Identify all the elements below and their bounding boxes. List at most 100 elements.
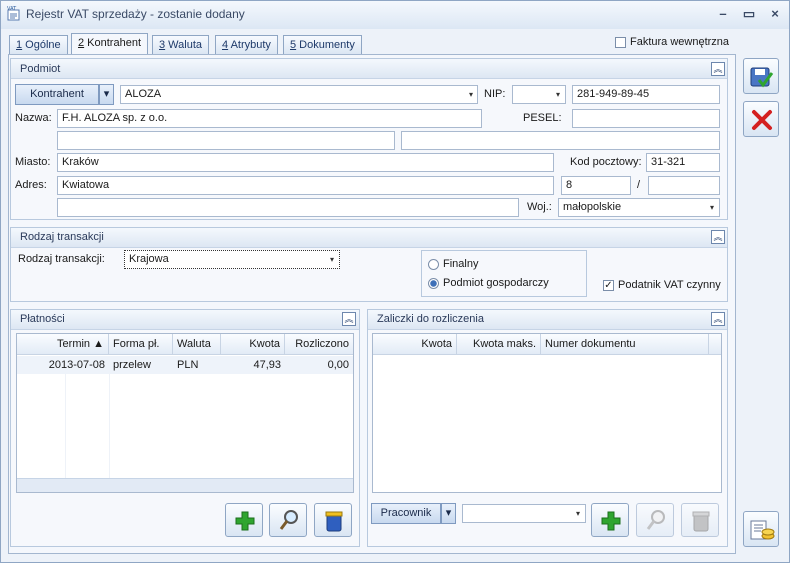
podatnik-vat-label: Podatnik VAT czynny: [618, 279, 721, 291]
rodzaj-transakcji-header: [11, 228, 727, 248]
kontrahent-button[interactable]: Kontrahent: [15, 84, 99, 105]
nip-label: NIP:: [484, 88, 506, 100]
tab-waluta[interactable]: 3 Waluta: [152, 35, 210, 54]
faktura-wewnetrzna-checkbox[interactable]: [615, 37, 626, 48]
svg-text:VAT: VAT: [7, 6, 17, 12]
col-forma-platnosci[interactable]: Forma pł.: [109, 334, 173, 354]
tab-atrybuty[interactable]: 4 Atrybuty: [215, 35, 278, 54]
chevron-down-icon: ▾: [555, 90, 560, 99]
chevron-down-icon: ▾: [709, 203, 714, 212]
col-termin[interactable]: Termin ▲: [17, 334, 109, 354]
zaliczki-grid[interactable]: Kwota Kwota maks. Numer dokumentu: [372, 333, 722, 493]
delete-payment-button[interactable]: [314, 503, 352, 537]
pracownik-combo[interactable]: [462, 504, 586, 523]
view-payment-button[interactable]: [269, 503, 307, 537]
address-slash: /: [637, 179, 641, 191]
coins-documents-icon: [750, 520, 775, 540]
miasto-label: Miasto:: [15, 156, 51, 168]
platnosci-grid-header: Termin ▲ Forma pł. Waluta Kwota Rozliczo…: [17, 334, 353, 355]
adres-label: Adres:: [15, 179, 47, 191]
pesel-field[interactable]: [572, 109, 720, 128]
grid-line: [109, 374, 110, 478]
rodzaj-transakcji-combo[interactable]: Krajowa: [124, 250, 340, 269]
table-row[interactable]: 2013-07-08 przelew PLN 47,93 0,00: [17, 356, 353, 374]
delete-zaliczka-button[interactable]: [681, 503, 719, 537]
adres-field[interactable]: Kwiatowa: [57, 176, 554, 195]
rodzaj-transakcji-label: Rodzaj transakcji:: [18, 253, 105, 265]
miasto-field[interactable]: Kraków: [57, 153, 554, 172]
accounting-button[interactable]: [743, 511, 779, 547]
save-button[interactable]: [743, 58, 779, 94]
radio-finalny-label: Finalny: [443, 258, 479, 270]
add-zaliczka-button[interactable]: [591, 503, 629, 537]
zaliczki-title: Zaliczki do rozliczenia: [377, 313, 484, 325]
cancel-button[interactable]: [743, 101, 779, 137]
col-kwota-maks[interactable]: Kwota maks.: [457, 334, 541, 354]
kod-pocztowy-field[interactable]: 31-321: [646, 153, 720, 172]
cell-forma: przelew: [113, 359, 151, 371]
chevron-down-icon: ▾: [575, 509, 580, 518]
magnifier-icon: [279, 510, 298, 530]
vat-app-icon: VAT: [6, 6, 22, 22]
zaliczki-grid-header: Kwota Kwota maks. Numer dokumentu: [373, 334, 721, 355]
cell-waluta: PLN: [177, 359, 199, 371]
save-disk-icon: [750, 67, 774, 88]
nazwa-field-2[interactable]: [57, 131, 395, 150]
chevron-down-icon: ▾: [468, 90, 473, 99]
tab-dokumenty[interactable]: 5 Dokumenty: [283, 35, 362, 54]
nr-domu-field[interactable]: 8: [561, 176, 631, 195]
cell-kwota: 47,93: [253, 359, 281, 371]
tab-kontrahent[interactable]: 2 Kontrahent: [71, 33, 148, 55]
add-payment-button[interactable]: [225, 503, 263, 537]
chevron-down-icon: ▾: [329, 255, 334, 264]
col-kwota[interactable]: Kwota: [221, 334, 285, 354]
pracownik-button[interactable]: Pracownik: [371, 503, 441, 524]
plus-icon: [601, 511, 621, 531]
nazwa-field-3[interactable]: [401, 131, 720, 150]
plus-icon: [235, 511, 255, 531]
radio-finalny[interactable]: [428, 259, 439, 270]
kod-pocztowy-label: Kod pocztowy:: [570, 156, 642, 168]
col-rozliczono[interactable]: Rozliczono: [285, 334, 353, 354]
tab-ogolne[interactable]: 1 Ogólne: [9, 35, 68, 54]
pracownik-dropdown-arrow[interactable]: ▾: [441, 503, 456, 524]
nazwa-field-1[interactable]: F.H. ALOZA sp. z o.o.: [57, 109, 482, 128]
faktura-wewnetrzna-label: Faktura wewnętrzna: [630, 36, 730, 48]
radio-podmiot-gospodarczy-label: Podmiot gospodarczy: [443, 277, 549, 289]
maximize-button[interactable]: ▭: [740, 5, 758, 23]
kontrahent-dropdown-arrow[interactable]: ▾: [99, 84, 114, 105]
rodzaj-collapse-button[interactable]: ︽: [711, 230, 725, 244]
podmiot-header: [11, 59, 727, 79]
minimize-button[interactable]: –: [714, 5, 732, 23]
podmiot-collapse-button[interactable]: ︽: [711, 62, 725, 76]
nazwa-label: Nazwa:: [15, 112, 52, 124]
nip-field[interactable]: 281-949-89-45: [572, 85, 720, 104]
window-title: Rejestr VAT sprzedaży - zostanie dodany: [26, 7, 245, 21]
podatnik-vat-checkbox[interactable]: ✓: [603, 280, 614, 291]
col-numer-dokumentu[interactable]: Numer dokumentu: [541, 334, 709, 354]
wojewodztwo-label: Woj.:: [527, 201, 552, 213]
radio-podmiot-gospodarczy[interactable]: [428, 278, 439, 289]
platnosci-title: Płatności: [20, 313, 65, 325]
wojewodztwo-combo[interactable]: małopolskie: [558, 198, 720, 217]
magnifier-icon: [646, 510, 665, 530]
col-kwota[interactable]: Kwota: [373, 334, 457, 354]
platnosci-collapse-button[interactable]: ︽: [342, 312, 356, 326]
kontrahent-combo[interactable]: ALOZA: [120, 85, 478, 104]
horizontal-scrollbar[interactable]: [17, 478, 353, 492]
adres-field-2[interactable]: [57, 198, 519, 217]
close-window-button[interactable]: ×: [766, 5, 784, 23]
zaliczki-collapse-button[interactable]: ︽: [711, 312, 725, 326]
cell-rozliczono: 0,00: [327, 359, 349, 371]
grid-line: [65, 374, 66, 478]
col-waluta[interactable]: Waluta: [173, 334, 221, 354]
platnosci-grid[interactable]: Termin ▲ Forma pł. Waluta Kwota Rozliczo…: [16, 333, 354, 493]
trash-icon: [325, 511, 343, 532]
pesel-label: PESEL:: [523, 112, 562, 124]
cell-termin: 2013-07-08: [48, 359, 105, 371]
trash-icon: [692, 511, 710, 532]
close-icon: [752, 110, 772, 130]
nr-lokalu-field[interactable]: [648, 176, 720, 195]
podmiot-title: Podmiot: [20, 63, 61, 75]
view-zaliczka-button[interactable]: [636, 503, 674, 537]
